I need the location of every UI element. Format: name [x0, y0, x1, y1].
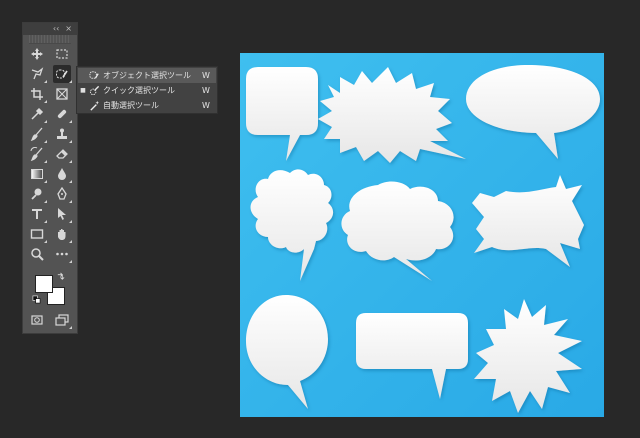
object-selection-icon	[88, 70, 100, 82]
selection-tools-flyout: オブジェクト選択ツール W ■ クイック選択ツール W 自動選択ツール W	[76, 66, 218, 114]
history-brush-tool-icon[interactable]	[28, 145, 47, 163]
marquee-tool-icon[interactable]	[53, 45, 71, 63]
swap-colors-icon[interactable]	[55, 271, 65, 281]
gradient-tool-icon[interactable]	[28, 165, 47, 183]
rectangle-tool-icon[interactable]	[28, 225, 47, 243]
speech-bubble-wide-rect	[356, 313, 468, 399]
object-selection-tool-icon[interactable]	[53, 65, 72, 83]
pen-tool-icon[interactable]	[53, 185, 72, 203]
menu-item-label: 自動選択ツール	[103, 101, 159, 110]
path-selection-tool-icon[interactable]	[53, 205, 72, 223]
tools-panel: ‹‹ ×	[22, 22, 78, 334]
healing-brush-tool-icon[interactable]	[53, 105, 72, 123]
speech-bubble-scalloped	[250, 169, 334, 281]
speech-bubble-circle	[246, 295, 328, 409]
menu-item-quick-selection[interactable]: ■ クイック選択ツール W	[78, 83, 216, 98]
magic-wand-icon	[88, 100, 100, 112]
menu-item-label: オブジェクト選択ツール	[103, 71, 191, 80]
speech-bubble-banner	[472, 175, 584, 267]
foreground-color-swatch[interactable]	[35, 275, 53, 293]
speech-bubble-rounded-rect	[246, 67, 318, 161]
eraser-tool-icon[interactable]	[53, 145, 72, 163]
type-tool-icon[interactable]	[28, 205, 47, 223]
speech-bubble-spiky	[318, 67, 466, 163]
menu-item-shortcut: W	[202, 86, 210, 95]
menu-item-object-selection[interactable]: オブジェクト選択ツール W	[78, 68, 216, 83]
default-colors-icon[interactable]	[31, 294, 41, 304]
lasso-tool-icon[interactable]	[28, 65, 47, 83]
eyedropper-tool-icon[interactable]	[28, 105, 47, 123]
menu-item-shortcut: W	[202, 101, 210, 110]
crop-tool-icon[interactable]	[28, 85, 47, 103]
zoom-tool-icon[interactable]	[28, 245, 46, 263]
quick-selection-icon	[88, 85, 100, 97]
brush-tool-icon[interactable]	[28, 125, 47, 143]
hand-tool-icon[interactable]	[53, 225, 72, 243]
blur-tool-icon[interactable]	[53, 165, 72, 183]
move-tool-icon[interactable]	[28, 45, 46, 63]
clone-stamp-tool-icon[interactable]	[53, 125, 72, 143]
menu-item-magic-wand[interactable]: 自動選択ツール W	[78, 98, 216, 113]
close-panel-button[interactable]: ×	[65, 25, 72, 33]
quick-mask-icon[interactable]	[28, 311, 46, 329]
frame-tool-icon[interactable]	[53, 85, 71, 103]
current-tool-bullet: ■	[80, 87, 86, 94]
dodge-tool-icon[interactable]	[28, 185, 47, 203]
speech-bubble-cloud	[341, 181, 454, 281]
menu-item-shortcut: W	[202, 71, 210, 80]
speech-bubbles-artwork	[246, 65, 600, 413]
speech-bubble-ellipse	[466, 65, 600, 159]
tools-panel-header: ‹‹ ×	[23, 23, 77, 35]
more-tools-icon[interactable]	[53, 245, 72, 263]
speech-bubble-starburst	[474, 299, 582, 413]
panel-grip[interactable]	[29, 35, 71, 44]
document-canvas[interactable]	[240, 53, 604, 417]
screen-mode-icon[interactable]	[53, 311, 72, 329]
collapse-panel-button[interactable]: ‹‹	[53, 25, 59, 33]
menu-item-label: クイック選択ツール	[103, 86, 175, 95]
